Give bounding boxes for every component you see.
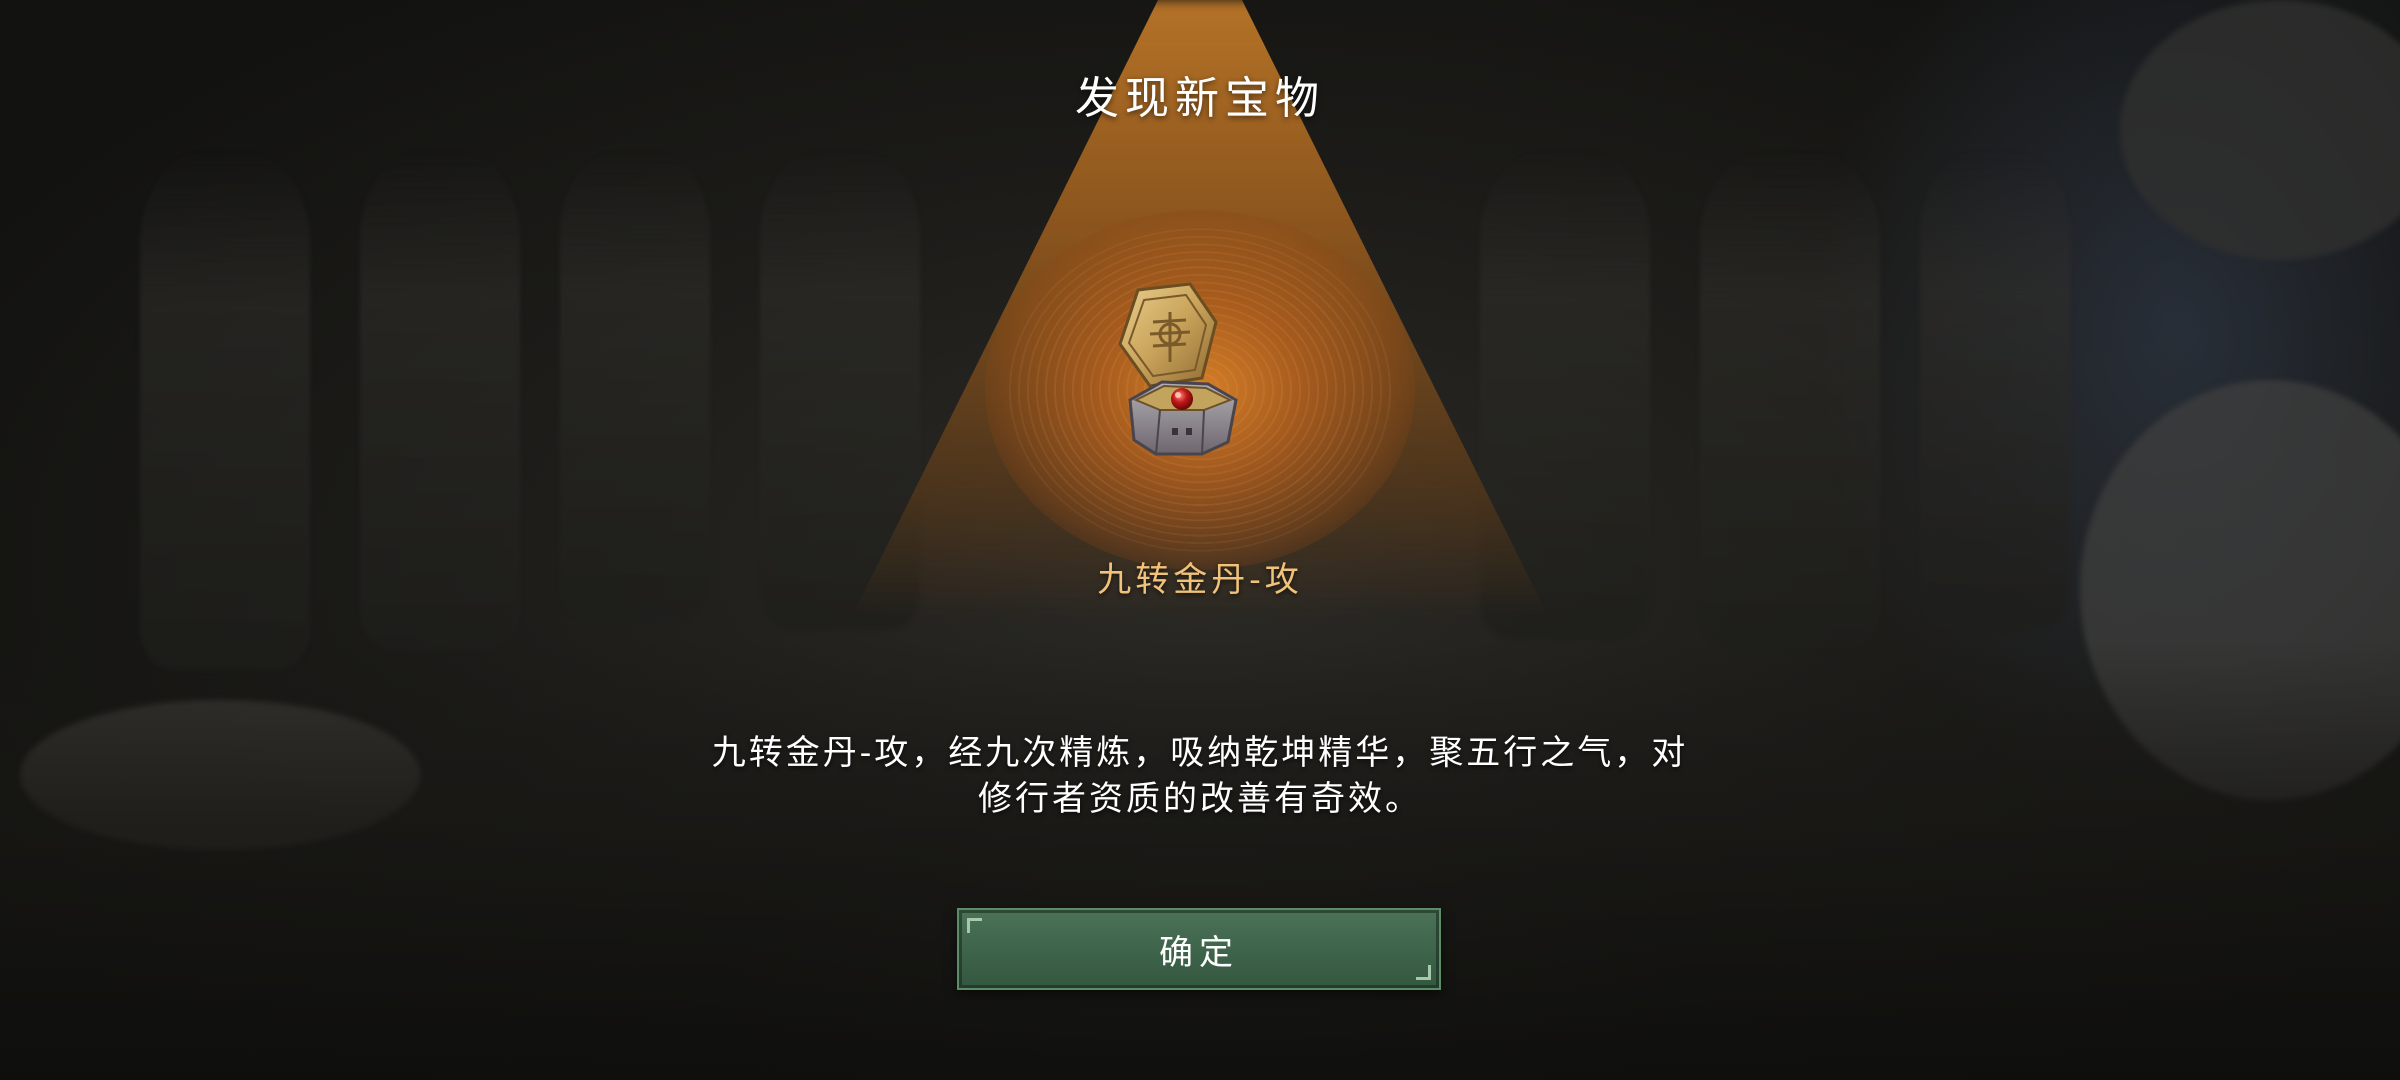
item-name: 九转金丹-攻 xyxy=(1097,560,1303,600)
corner-ornament xyxy=(967,918,982,933)
confirm-button-label: 确定 xyxy=(1159,932,1239,973)
cave-pillar xyxy=(560,150,710,620)
corner-ornament xyxy=(1416,965,1431,980)
cave-rock xyxy=(2120,0,2400,260)
treasure-found-screen: 发现新宝物 九转金丹-攻 九转金丹-攻，经九次精炼，吸纳乾坤精华，聚五行之气，对… xyxy=(0,0,2400,1080)
item-description: 九转金丹-攻，经九次精炼，吸纳乾坤精华，聚五行之气，对修行者资质的改善有奇效。 xyxy=(711,733,1689,819)
confirm-button[interactable]: 确定 xyxy=(957,908,1441,990)
page-title: 发现新宝物 xyxy=(1075,73,1325,124)
cave-floor xyxy=(0,640,2400,1080)
treasure-box-icon xyxy=(1098,282,1260,462)
